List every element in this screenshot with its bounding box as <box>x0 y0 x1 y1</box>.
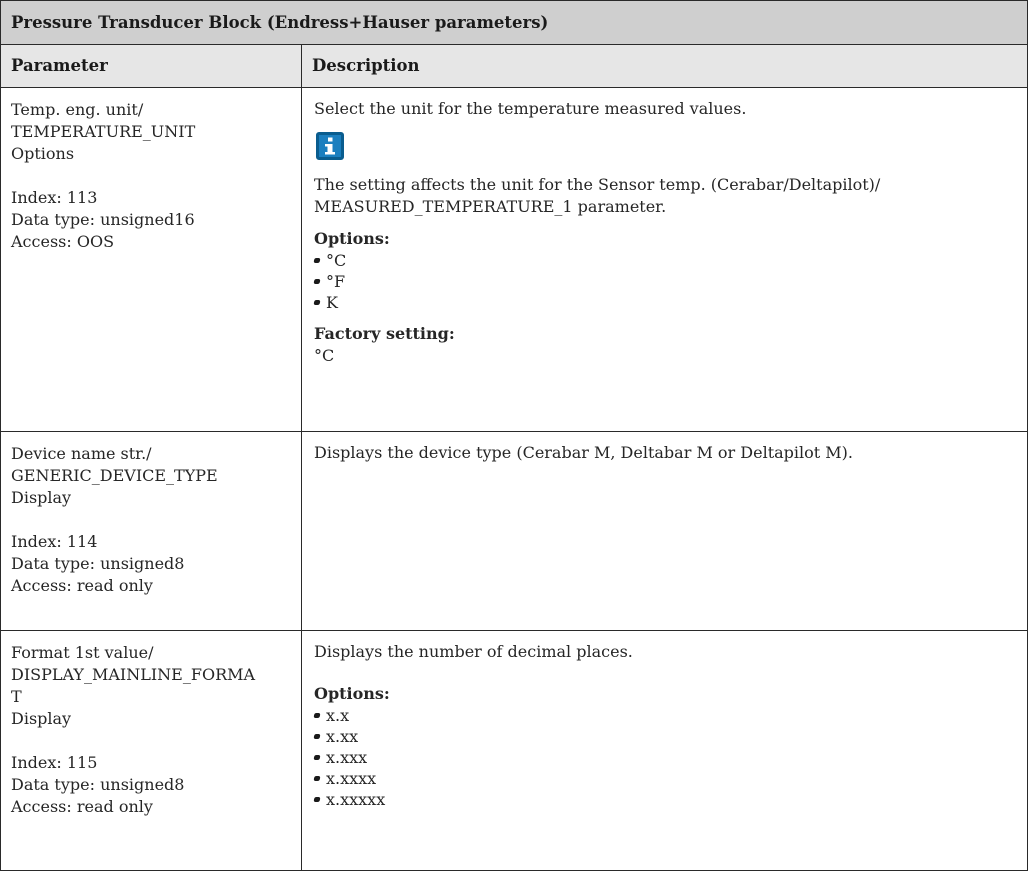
parameter-cell: Temp. eng. unit/ TEMPERATURE_UNIT Option… <box>0 87 302 432</box>
parameter-access: Access: read only <box>11 576 153 595</box>
parameter-name: Device name str./ <box>11 444 152 463</box>
table-title-row: Pressure Transducer Block (Endress+Hause… <box>0 0 1028 45</box>
list-item: x.xxxx <box>314 768 1017 789</box>
table-row: Temp. eng. unit/ TEMPERATURE_UNIT Option… <box>0 87 1028 432</box>
list-item: x.x <box>314 705 1017 726</box>
description-cell: Displays the number of decimal places. O… <box>301 630 1028 871</box>
parameter-index: Index: 115 <box>11 753 98 772</box>
description-cell: Select the unit for the temperature meas… <box>301 87 1028 432</box>
parameter-mode: Display <box>11 488 72 507</box>
parameter-data-type: Data type: unsigned16 <box>11 210 195 229</box>
parameter-name: Format 1st value/ <box>11 643 154 662</box>
table-header-row: Parameter Description <box>0 44 1028 88</box>
factory-setting-value: °C <box>314 346 335 365</box>
list-item: K <box>314 292 1017 313</box>
parameter-index: Index: 114 <box>11 532 98 551</box>
factory-setting-label: Factory setting: <box>314 324 455 343</box>
description-text: Displays the device type (Cerabar M, Del… <box>314 443 853 462</box>
note-text-continued: MEASURED_TEMPERATURE_1 parameter. <box>314 197 667 216</box>
parameter-id-continued: T <box>11 687 22 706</box>
options-list: °C °F K <box>314 250 1017 313</box>
description-text: Displays the number of decimal places. <box>314 642 633 661</box>
parameter-data-type: Data type: unsigned8 <box>11 554 185 573</box>
list-item: x.xx <box>314 726 1017 747</box>
list-item: x.xxx <box>314 747 1017 768</box>
options-label: Options: <box>314 684 390 703</box>
list-item: °C <box>314 250 1017 271</box>
description-cell: Displays the device type (Cerabar M, Del… <box>301 431 1028 631</box>
parameter-cell: Format 1st value/ DISPLAY_MAINLINE_FORMA… <box>0 630 302 871</box>
parameter-access: Access: OOS <box>11 232 115 251</box>
options-list: x.x x.xx x.xxx x.xxxx x.xxxxx <box>314 705 1017 810</box>
column-header-parameter: Parameter <box>0 44 302 88</box>
parameter-name: Temp. eng. unit/ <box>11 100 144 119</box>
list-item: °F <box>314 271 1017 292</box>
list-item: x.xxxxx <box>314 789 1017 810</box>
parameter-id: GENERIC_DEVICE_TYPE <box>11 466 218 485</box>
parameter-index: Index: 113 <box>11 188 98 207</box>
info-icon <box>316 132 344 160</box>
parameter-mode: Display <box>11 709 72 728</box>
note-text: The setting affects the unit for the Sen… <box>314 175 881 194</box>
description-text: Select the unit for the temperature meas… <box>314 99 747 118</box>
table-row: Format 1st value/ DISPLAY_MAINLINE_FORMA… <box>0 630 1028 871</box>
column-header-description: Description <box>301 44 1028 88</box>
options-label: Options: <box>314 229 390 248</box>
parameter-mode: Options <box>11 144 75 163</box>
parameter-data-type: Data type: unsigned8 <box>11 775 185 794</box>
parameter-cell: Device name str./ GENERIC_DEVICE_TYPE Di… <box>0 431 302 631</box>
table-title: Pressure Transducer Block (Endress+Hause… <box>0 0 1028 45</box>
parameter-access: Access: read only <box>11 797 153 816</box>
table-row: Device name str./ GENERIC_DEVICE_TYPE Di… <box>0 431 1028 631</box>
parameter-table: Pressure Transducer Block (Endress+Hause… <box>0 0 1028 871</box>
parameter-id: DISPLAY_MAINLINE_FORMA <box>11 665 256 684</box>
parameter-id: TEMPERATURE_UNIT <box>11 122 196 141</box>
